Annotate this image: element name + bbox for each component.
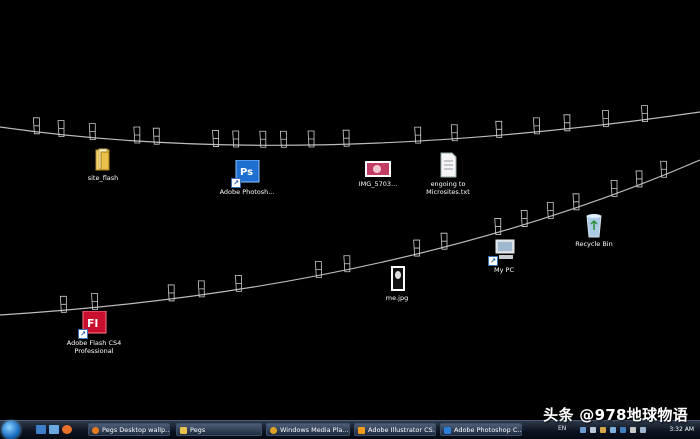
svg-text:Fl: Fl (87, 317, 98, 330)
volume-icon[interactable] (590, 427, 596, 433)
desktop-icon-img[interactable]: IMG_5703... (346, 160, 410, 188)
network-icon[interactable] (580, 427, 586, 433)
clock[interactable]: 3:32 AM (669, 426, 694, 433)
desktop-icon-label: site_flash (87, 174, 119, 182)
desktop-icon-label: Recycle Bin (575, 240, 613, 248)
recycle-bin-icon (580, 212, 608, 238)
taskbar-button-media-player[interactable]: Windows Media Pla... (266, 423, 350, 436)
start-button[interactable] (2, 421, 20, 439)
task-label: Windows Media Pla... (280, 426, 349, 434)
desktop-icon-label: IMG_5703... (358, 180, 398, 188)
clothesline-wallpaper (0, 105, 700, 316)
desktop[interactable]: site_flash Ps ↗ Adobe Photosh... IMG_570… (0, 0, 700, 420)
taskbar-button-photoshop[interactable]: Adobe Photoshop C... (440, 423, 522, 436)
image-thumbnail-icon (383, 266, 411, 292)
switch-windows-icon[interactable] (49, 425, 59, 434)
flash-icon: Fl ↗ (78, 310, 108, 339)
folder-icon (180, 427, 187, 434)
watermark: 头条 @978地球物语 (543, 406, 688, 424)
desktop-icon-adobe-flash[interactable]: Fl ↗ Adobe Flash CS4 Professional (62, 310, 126, 355)
computer-icon: ↗ (488, 238, 518, 266)
desktop-icon-label: engoing to Microsites.txt (426, 180, 470, 196)
firefox-icon (92, 427, 99, 434)
desktop-icon-site-flash[interactable]: site_flash (71, 146, 135, 182)
desktop-icon-label: Adobe Flash CS4 Professional (66, 339, 122, 355)
language-indicator[interactable]: EN (558, 425, 566, 432)
desktop-icon-text-file[interactable]: engoing to Microsites.txt (416, 152, 480, 196)
tray-app-icon[interactable] (610, 427, 616, 433)
illustrator-icon (358, 427, 365, 434)
tray-app-icon[interactable] (600, 427, 606, 433)
taskbar-button-pegs-wallpaper[interactable]: Pegs Desktop wallp... (88, 423, 170, 436)
taskbar-button-pegs[interactable]: Pegs (176, 423, 262, 436)
tray-app-icon[interactable] (640, 427, 646, 433)
desktop-icon-photoshop[interactable]: Ps ↗ Adobe Photosh... (215, 159, 279, 196)
desktop-icon-me-jpg[interactable]: me.jpg (365, 266, 429, 302)
desktop-icon-recycle-bin[interactable]: Recycle Bin (562, 212, 626, 248)
desktop-icon-label: Adobe Photosh... (219, 188, 275, 196)
photoshop-icon: Ps ↗ (231, 159, 261, 188)
shortcut-arrow-icon: ↗ (78, 329, 88, 339)
shortcut-arrow-icon: ↗ (231, 178, 241, 188)
svg-text:Ps: Ps (240, 167, 253, 178)
task-label: Pegs Desktop wallp... (102, 426, 170, 434)
text-file-icon (434, 152, 462, 178)
photoshop-icon (444, 427, 451, 434)
task-label: Adobe Photoshop C... (454, 426, 522, 434)
firefox-icon[interactable] (62, 425, 72, 434)
shortcut-arrow-icon: ↗ (488, 256, 498, 266)
task-label: Pegs (190, 426, 206, 434)
desktop-icon-label: me.jpg (385, 294, 409, 302)
tray-app-icon[interactable] (620, 427, 626, 433)
desktop-icon-my-pc[interactable]: ↗ My PC (472, 238, 536, 274)
tray-app-icon[interactable] (630, 427, 636, 433)
desktop-icon-label: My PC (494, 266, 514, 274)
taskbar-button-illustrator[interactable]: Adobe Illustrator CS... (354, 423, 436, 436)
show-desktop-icon[interactable] (36, 425, 46, 434)
folder-icon (89, 146, 117, 172)
task-label: Adobe Illustrator CS... (368, 426, 436, 434)
image-thumbnail-icon (364, 160, 392, 178)
media-player-icon (270, 427, 277, 434)
